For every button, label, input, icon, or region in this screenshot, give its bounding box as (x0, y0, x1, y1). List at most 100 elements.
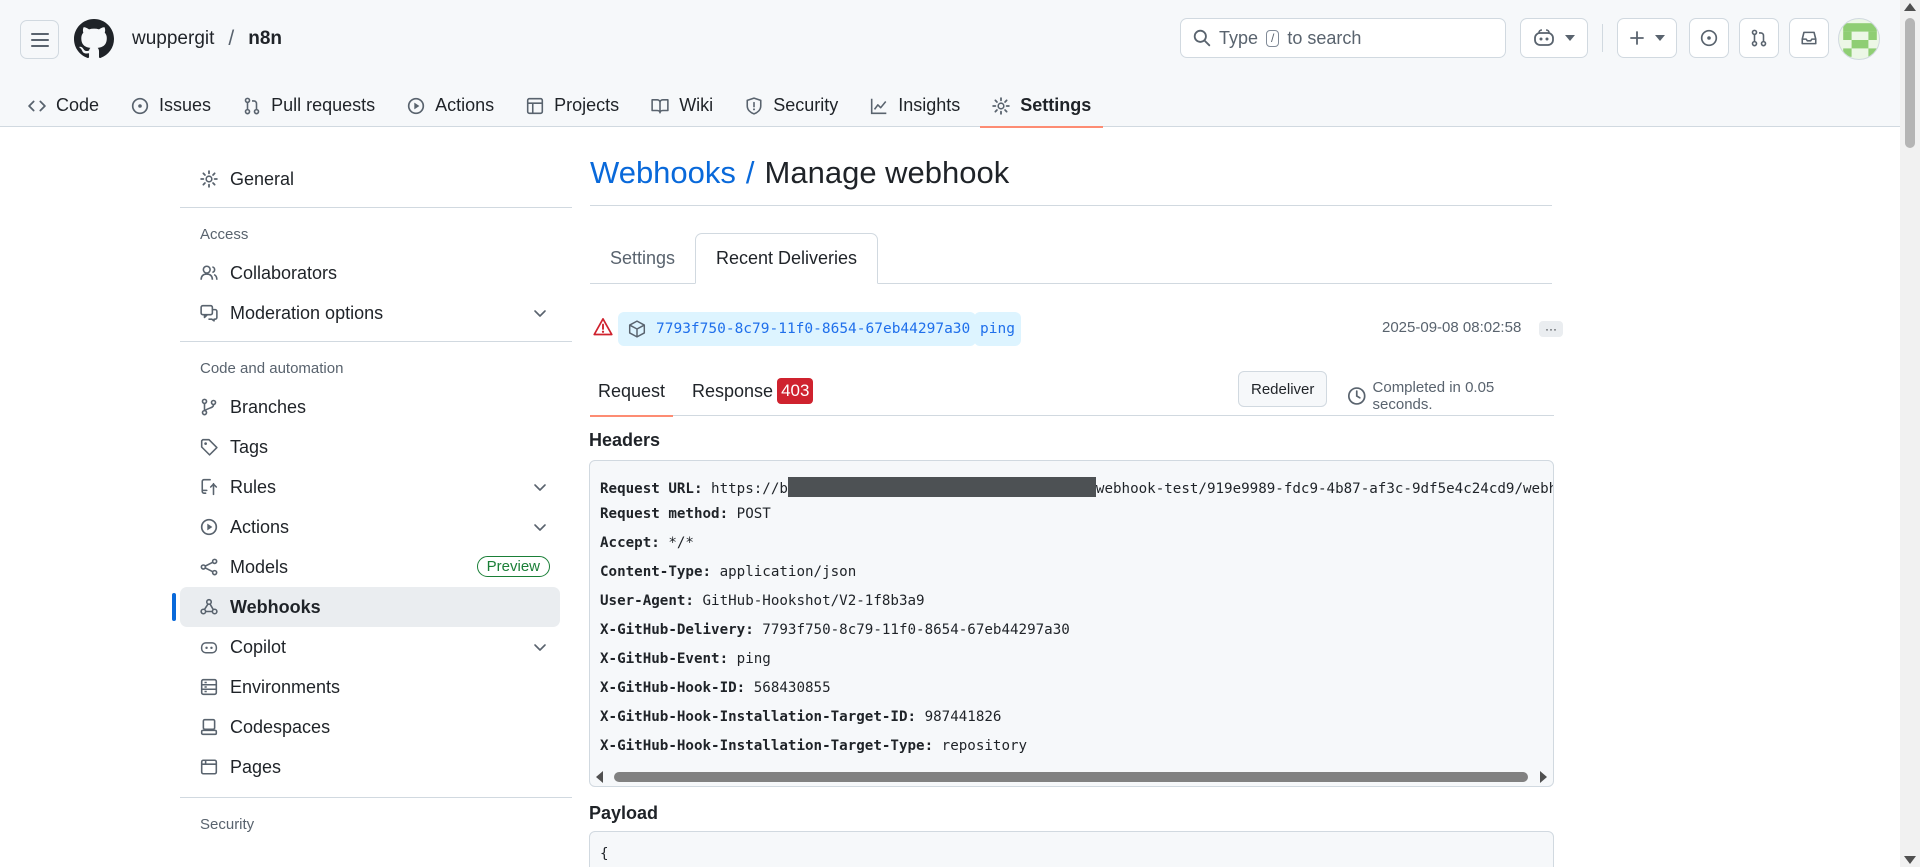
scrollbar-thumb[interactable] (614, 772, 1528, 782)
tab-label: Issues (159, 95, 212, 115)
sidebar-item-label: Webhooks (230, 596, 321, 617)
header-key: Content-Type: (600, 564, 712, 580)
app-header: wuppergit / n8n Type / to search Code Is… (0, 0, 1900, 128)
tab-code[interactable]: Code (28, 84, 111, 127)
sidebar-item-codespaces[interactable]: Codespaces (180, 707, 560, 747)
issue-icon (131, 97, 149, 114)
tab-projects[interactable]: Projects (514, 84, 631, 127)
tab-insights[interactable]: Insights (858, 84, 972, 127)
sidebar-item-rules[interactable]: Rules (180, 467, 560, 507)
repo-name-link[interactable]: n8n (248, 28, 282, 50)
comment-discussion-icon (200, 304, 218, 322)
sidebar-item-moderation[interactable]: Moderation options (180, 293, 560, 333)
scrollbar-thumb[interactable] (1905, 18, 1915, 148)
horizontal-scrollbar[interactable] (590, 766, 1553, 786)
scroll-left-icon[interactable] (595, 771, 605, 783)
sidebar-item-actions[interactable]: Actions (180, 507, 560, 547)
server-icon (200, 678, 218, 696)
header-line: X-GitHub-Hook-Installation-Target-Type: … (600, 738, 1027, 754)
pull-requests-button[interactable] (1739, 18, 1779, 58)
sidebar-item-webhooks[interactable]: Webhooks (172, 587, 560, 627)
sidebar-item-tags[interactable]: Tags (180, 427, 560, 467)
sidebar-item-models[interactable]: Models Preview (180, 547, 560, 587)
sidebar-item-pages[interactable]: Pages (180, 747, 560, 787)
github-logo-icon[interactable] (74, 19, 114, 59)
completed-status: Completed in 0.05 seconds. (1347, 379, 1554, 413)
header-key: X-GitHub-Hook-ID: (600, 680, 746, 696)
gear-icon (992, 96, 1011, 115)
payload-code-block[interactable]: { (589, 831, 1554, 867)
header-value: webhook-test/919e9989-fdc9-4b87-af3c-9df… (1095, 481, 1554, 497)
table-icon (527, 97, 544, 114)
create-new-button[interactable] (1617, 18, 1677, 58)
copilot-icon (200, 642, 218, 654)
tab-issues[interactable]: Issues (119, 84, 223, 127)
tab-pull-requests[interactable]: Pull requests (231, 84, 387, 127)
redeliver-button[interactable]: Redeliver (1238, 371, 1328, 407)
package-icon (628, 320, 646, 338)
delivery-row[interactable]: 7793f750-8c79-11f0-8654-67eb44297a30 pin… (590, 311, 1563, 346)
header-line: X-GitHub-Delivery: 7793f750-8c79-11f0-86… (600, 622, 1070, 638)
sidebar-item-collaborators[interactable]: Collaborators (180, 253, 560, 293)
sidebar-item-environments[interactable]: Environments (180, 667, 560, 707)
inbox-icon (1801, 31, 1817, 45)
vertical-scrollbar[interactable] (1900, 0, 1920, 867)
header-line: X-GitHub-Event: ping (600, 651, 771, 667)
codespaces-icon (200, 718, 218, 736)
tab-label: Actions (435, 95, 495, 115)
header-line: User-Agent: GitHub-Hookshot/V2-1f8b3a9 (600, 593, 925, 609)
scroll-up-icon[interactable] (1904, 2, 1916, 12)
breadcrumb-webhooks-link[interactable]: Webhooks (590, 155, 736, 191)
header-value: 568430855 (753, 680, 831, 696)
tab-request[interactable]: Request (590, 366, 674, 417)
webhook-tabs: Settings Recent Deliveries (590, 233, 1552, 284)
repo-push-icon (201, 478, 218, 496)
header-line: X-GitHub-Hook-ID: 568430855 (600, 680, 831, 696)
headers-title: Headers (589, 430, 661, 450)
inbox-button[interactable] (1789, 18, 1829, 58)
sidebar-item-copilot[interactable]: Copilot (180, 627, 560, 667)
repo-owner-link[interactable]: wuppergit (132, 28, 214, 50)
header-value: 7793f750-8c79-11f0-8654-67eb44297a30 (762, 622, 1070, 638)
tab-wiki[interactable]: Wiki (639, 84, 725, 127)
delivery-guid-text: 7793f750-8c79-11f0-8654-67eb44297a30 (656, 321, 971, 337)
headers-code-block[interactable]: Request URL: https://b webhook-test/919e9… (589, 460, 1554, 787)
tab-recent-deliveries[interactable]: Recent Deliveries (695, 233, 879, 284)
tab-settings[interactable]: Settings (980, 84, 1104, 128)
search-icon (1193, 29, 1211, 47)
search-input[interactable]: Type / to search (1180, 18, 1506, 58)
header-line: Request URL: https://b webhook-test/919e9… (600, 477, 1554, 497)
sidebar-item-label: Moderation options (230, 302, 384, 323)
header-key: User-Agent: (600, 593, 694, 609)
header-key: X-GitHub-Hook-Installation-Target-Type: (600, 738, 934, 754)
completed-text: Completed in 0.05 seconds. (1372, 379, 1495, 413)
page-title-text: Manage webhook (764, 155, 1010, 190)
people-icon (200, 265, 218, 280)
alert-icon (593, 318, 613, 336)
payload-title: Payload (589, 803, 659, 823)
avatar[interactable] (1838, 18, 1880, 60)
scroll-right-icon[interactable] (1538, 771, 1548, 783)
graph-icon (871, 98, 887, 114)
issues-button[interactable] (1689, 18, 1729, 58)
tab-webhook-settings[interactable]: Settings (610, 233, 675, 284)
copilot-button[interactable] (1520, 18, 1588, 58)
main-content: Webhooks / Manage webhook (590, 155, 1555, 206)
sidebar-item-branches[interactable]: Branches (180, 387, 560, 427)
search-shortcut-key: / (1266, 29, 1280, 47)
sidebar-group-code-automation: Code and automation (200, 360, 344, 377)
sidebar-divider (180, 341, 572, 342)
tab-security[interactable]: Security (733, 84, 850, 127)
more-options-button[interactable]: ··· (1539, 321, 1563, 337)
menu-button[interactable] (20, 20, 59, 59)
title-divider (590, 205, 1552, 206)
sidebar-item-label: Tags (230, 436, 269, 457)
sidebar-item-label: Models (230, 556, 289, 577)
page-title: Webhooks / Manage webhook (590, 155, 1555, 191)
tab-response[interactable]: Response 403 (692, 366, 814, 416)
breadcrumb-separator: / (228, 27, 235, 50)
tab-actions[interactable]: Actions (395, 84, 506, 127)
scroll-down-icon[interactable] (1904, 855, 1916, 865)
sidebar-item-general[interactable]: General (180, 159, 560, 199)
tab-label: Wiki (679, 95, 714, 115)
